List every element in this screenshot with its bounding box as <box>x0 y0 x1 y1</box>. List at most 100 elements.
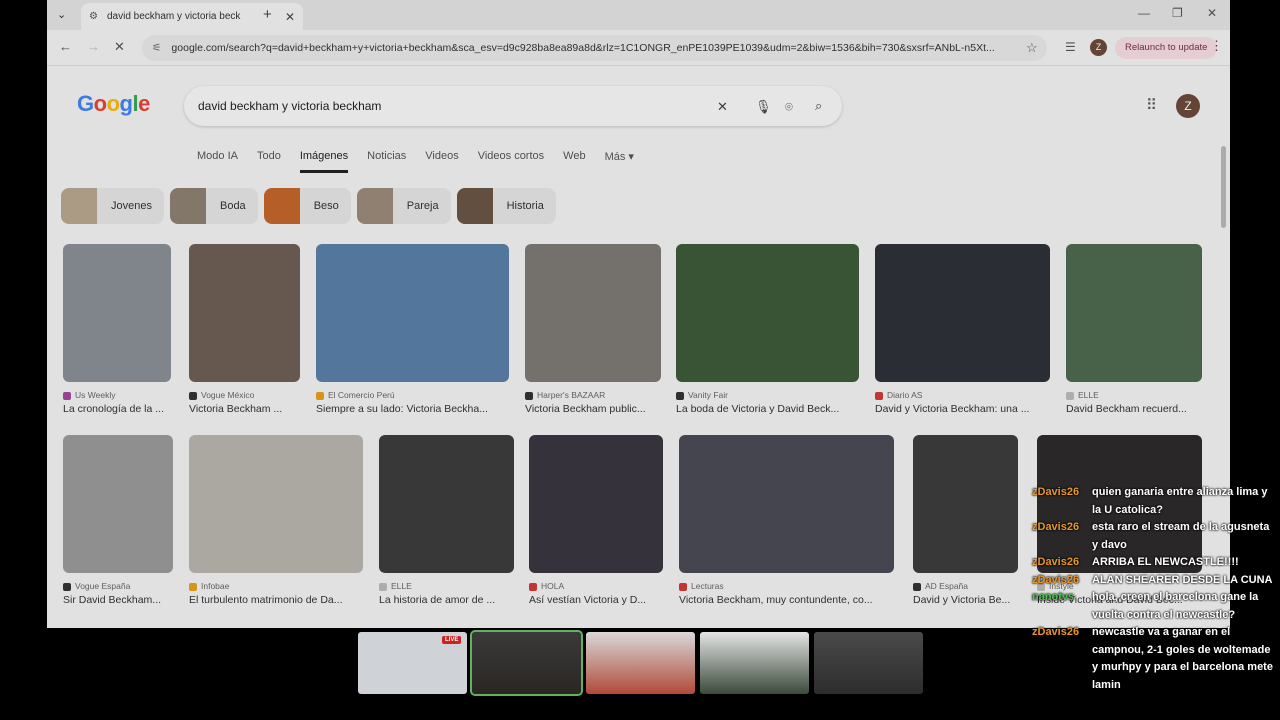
result-image[interactable] <box>316 244 509 382</box>
result-caption[interactable]: El turbulento matrimonio de Da... <box>189 594 363 606</box>
result-image[interactable] <box>63 244 171 382</box>
result-image[interactable] <box>676 244 859 382</box>
result-caption[interactable]: La historia de amor de ... <box>379 594 514 606</box>
address-bar[interactable]: ⚟ google.com/search?q=david+beckham+y+vi… <box>142 35 1047 61</box>
result-source[interactable]: El Comercio Perú <box>316 390 509 400</box>
search-input[interactable]: david beckham y victoria beckham <box>184 86 842 126</box>
chip-boda[interactable]: Boda <box>169 188 258 224</box>
tab-2[interactable]: Imágenes <box>299 150 349 173</box>
chip-label: Jovenes <box>111 200 152 212</box>
relaunch-button[interactable]: Relaunch to update <box>1115 37 1218 59</box>
apps-grid-icon[interactable]: ⠿ <box>1146 96 1157 114</box>
result-image[interactable] <box>189 244 300 382</box>
result-caption[interactable]: Siempre a su lado: Victoria Beckha... <box>316 403 509 415</box>
result-source[interactable]: ELLE <box>1066 390 1202 400</box>
result-image[interactable] <box>875 244 1050 382</box>
result-image[interactable] <box>679 435 894 573</box>
tab-7[interactable]: Más ▾ <box>605 150 634 173</box>
lens-icon[interactable]: ⌾ <box>785 99 793 115</box>
bookmark-star-icon[interactable]: ☆ <box>1026 40 1038 56</box>
stream-chat: zDavis26 quien ganaria entre alianza lima… <box>1032 484 1278 694</box>
close-window-icon[interactable]: ✕ <box>1207 6 1217 20</box>
result-image[interactable] <box>525 244 661 382</box>
chat-username: zDavis26 <box>1032 573 1080 586</box>
result-caption[interactable]: La boda de Victoria y David Beck... <box>676 403 859 415</box>
result-source[interactable]: Infobae <box>189 581 363 591</box>
page-scrollbar[interactable] <box>1221 146 1226 228</box>
site-info-icon[interactable]: ⚟ <box>152 42 161 54</box>
result-source[interactable]: ELLE <box>379 581 514 591</box>
chip-historia[interactable]: Historia <box>456 188 556 224</box>
image-result[interactable]: Harper's BAZAAR Victoria Beckham public..… <box>525 244 661 415</box>
result-image[interactable] <box>1066 244 1202 382</box>
image-result[interactable]: ELLE David Beckham recuerd... <box>1066 244 1202 415</box>
result-source[interactable]: Us Weekly <box>63 390 171 400</box>
minimize-icon[interactable]: — <box>1138 6 1150 20</box>
image-result[interactable]: Infobae El turbulento matrimonio de Da... <box>189 435 363 606</box>
result-source[interactable]: Vogue España <box>63 581 173 591</box>
image-result[interactable]: Diario AS David y Victoria Beckham: una .… <box>875 244 1050 415</box>
search-icon[interactable]: ⌕ <box>815 98 822 114</box>
result-image[interactable] <box>379 435 514 573</box>
restore-icon[interactable]: ❐ <box>1172 6 1183 20</box>
result-caption[interactable]: Victoria Beckham, muy contundente, co... <box>679 594 894 606</box>
clear-icon[interactable]: ✕ <box>717 99 728 115</box>
chip-jovenes[interactable]: Jovenes <box>61 188 164 224</box>
result-image[interactable] <box>913 435 1018 573</box>
source-favicon-icon <box>63 391 71 400</box>
chip-beso[interactable]: Beso <box>263 188 351 224</box>
image-result[interactable]: El Comercio Perú Siempre a su lado: Victo… <box>316 244 509 415</box>
tab-4[interactable]: Videos <box>425 150 458 173</box>
result-source[interactable]: HOLA <box>529 581 663 591</box>
result-source[interactable]: AD España <box>913 581 1018 591</box>
chip-label: Beso <box>313 200 339 212</box>
image-result[interactable]: AD España David y Victoria Be... <box>913 435 1018 606</box>
tab-search-icon[interactable]: ⌄ <box>57 8 66 21</box>
result-caption[interactable]: Sir David Beckham... <box>63 594 173 606</box>
image-result[interactable]: Vanity Fair La boda de Victoria y David B… <box>676 244 859 415</box>
tab-0[interactable]: Modo IA <box>197 150 238 173</box>
forward-icon[interactable]: → <box>87 39 100 54</box>
image-result[interactable]: HOLA Así vestían Victoria y D... <box>529 435 663 606</box>
chat-username: nanotvs <box>1032 591 1075 603</box>
result-caption[interactable]: Victoria Beckham public... <box>525 403 661 415</box>
webcam-4 <box>814 632 923 694</box>
image-result[interactable]: Lecturas Victoria Beckham, muy contundent… <box>679 435 894 606</box>
tab-1[interactable]: Todo <box>257 150 281 173</box>
source-name: Vanity Fair <box>688 390 728 400</box>
back-icon[interactable]: ← <box>59 39 72 54</box>
result-caption[interactable]: Así vestían Victoria y D... <box>529 594 663 606</box>
tab-5[interactable]: Videos cortos <box>478 150 544 173</box>
account-avatar[interactable]: Z <box>1176 94 1200 118</box>
browser-toolbar: ← → ✕ ⚟ google.com/search?q=david+beckha… <box>47 30 1230 66</box>
image-result[interactable]: ELLE La historia de amor de ... <box>379 435 514 606</box>
result-caption[interactable]: Victoria Beckham ... <box>189 403 300 415</box>
result-source[interactable]: Harper's BAZAAR <box>525 390 661 400</box>
result-caption[interactable]: David y Victoria Beckham: una ... <box>875 403 1050 415</box>
new-tab-button[interactable]: + <box>263 6 272 23</box>
chip-pareja[interactable]: Pareja <box>356 188 451 224</box>
result-image[interactable] <box>529 435 663 573</box>
google-logo[interactable]: Google <box>77 91 150 117</box>
image-result[interactable]: Us Weekly La cronología de la ... <box>63 244 171 415</box>
image-result[interactable]: Vogue España Sir David Beckham... <box>63 435 173 606</box>
menu-kebab-icon[interactable]: ⋮ <box>1210 38 1223 54</box>
result-source[interactable]: Lecturas <box>679 581 894 591</box>
stop-icon[interactable]: ✕ <box>114 39 125 55</box>
result-source[interactable]: Vanity Fair <box>676 390 859 400</box>
result-image[interactable] <box>189 435 363 573</box>
result-caption[interactable]: La cronología de la ... <box>63 403 171 415</box>
result-caption[interactable]: David y Victoria Be... <box>913 594 1018 606</box>
image-result[interactable]: Vogue México Victoria Beckham ... <box>189 244 300 415</box>
extensions-icon[interactable]: ☰ <box>1065 40 1076 54</box>
profile-button[interactable]: Z <box>1090 39 1107 56</box>
source-favicon-icon <box>913 582 921 591</box>
tab-6[interactable]: Web <box>563 150 585 173</box>
result-image[interactable] <box>63 435 173 573</box>
close-tab-icon[interactable]: ✕ <box>285 10 295 24</box>
result-source[interactable]: Diario AS <box>875 390 1050 400</box>
result-caption[interactable]: David Beckham recuerd... <box>1066 403 1202 415</box>
microphone-icon[interactable]: 🎙 <box>755 99 772 115</box>
result-source[interactable]: Vogue México <box>189 390 300 400</box>
tab-3[interactable]: Noticias <box>367 150 406 173</box>
